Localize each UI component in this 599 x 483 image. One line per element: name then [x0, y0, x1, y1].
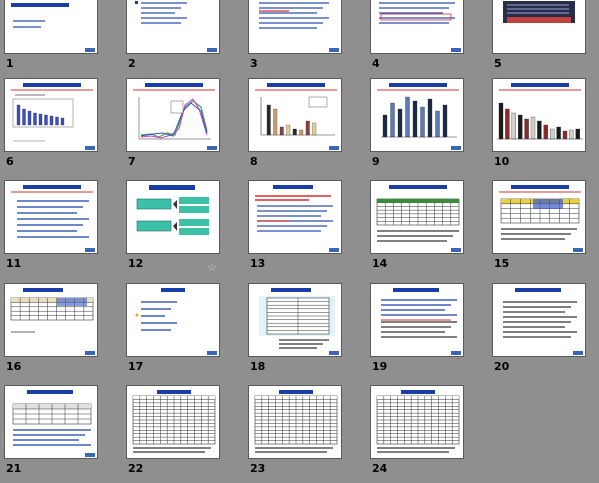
slide-number: 12 — [128, 257, 144, 270]
slide-number: 20 — [494, 360, 510, 373]
slide-thumbnail[interactable] — [492, 0, 586, 54]
slide-preview-graphic — [381, 288, 461, 355]
slide-thumbnail[interactable] — [126, 78, 220, 152]
slide-thumbnail[interactable] — [248, 385, 342, 459]
slide-thumbnail[interactable] — [370, 180, 464, 254]
slide-preview-graphic — [259, 288, 339, 355]
slide-number: 2 — [128, 57, 136, 70]
slide-thumbnail-item[interactable]: 9 — [366, 78, 466, 168]
slide-thumbnail-item[interactable]: 4 — [366, 0, 466, 70]
slide-thumbnail-item[interactable]: 14 — [366, 180, 466, 270]
slide-number: 8 — [250, 155, 258, 168]
slide-thumbnail-item[interactable]: 2 — [122, 0, 222, 70]
slide-number: 7 — [128, 155, 136, 168]
slide-preview-graphic — [499, 185, 583, 252]
slide-preview-graphic — [376, 185, 461, 252]
slide-thumbnail-item[interactable]: 15 — [488, 180, 588, 270]
slide-thumbnail[interactable] — [492, 180, 586, 254]
slide-thumbnail-item[interactable]: 16 — [0, 283, 100, 373]
slide-number: 10 — [494, 155, 510, 168]
slide-thumbnail[interactable] — [248, 180, 342, 254]
slide-thumbnail-item[interactable]: 6 — [0, 78, 100, 168]
slide-preview-graphic — [254, 390, 338, 453]
slide-preview-graphic — [10, 288, 95, 355]
slide-thumbnail[interactable] — [126, 385, 220, 459]
slide-preview-graphic — [136, 185, 209, 235]
slide-thumbnail-item[interactable]: 20 — [488, 283, 588, 373]
slide-preview-graphic — [12, 390, 95, 457]
slide-thumbnail-item[interactable]: 5 — [488, 0, 588, 70]
slide-preview-graphic — [132, 390, 216, 453]
slide-preview-graphic — [11, 185, 95, 252]
slide-preview-graphic — [379, 2, 461, 52]
slide-number: 1 — [6, 57, 14, 70]
slide-thumbnail[interactable] — [248, 0, 342, 54]
slide-preview-graphic — [503, 1, 575, 23]
slide-thumbnail[interactable] — [370, 0, 464, 54]
slide-thumbnail-item[interactable]: 24 — [366, 385, 466, 475]
slide-thumbnail[interactable] — [370, 283, 464, 357]
slide-number: 9 — [372, 155, 380, 168]
slide-thumbnail[interactable] — [126, 283, 220, 357]
slide-thumbnail-item[interactable]: 18 — [244, 283, 344, 373]
slide-thumbnail-item[interactable]: 22 — [122, 385, 222, 475]
slide-thumbnail[interactable] — [370, 385, 464, 459]
slide-thumbnail[interactable] — [4, 0, 98, 54]
slide-number: 11 — [6, 257, 22, 270]
slide-thumbnail-item[interactable]: 11 — [0, 180, 100, 270]
slide-number: 13 — [250, 257, 266, 270]
slide-preview-graphic — [135, 1, 217, 52]
slide-number: 17 — [128, 360, 144, 373]
slide-number: 22 — [128, 462, 144, 475]
transition-star-icon: ☆ — [207, 261, 217, 274]
slide-thumbnail[interactable] — [4, 385, 98, 459]
slide-number: 5 — [494, 57, 502, 70]
slide-thumbnail-item[interactable]: 10 — [488, 78, 588, 168]
slide-number: 23 — [250, 462, 266, 475]
slide-number: 15 — [494, 257, 510, 270]
slide-thumbnail-item[interactable]: 23 — [244, 385, 344, 475]
slide-thumbnail[interactable] — [248, 283, 342, 357]
slide-preview-graphic — [377, 83, 461, 150]
slide-number: 24 — [372, 462, 388, 475]
slide-preview-graphic — [376, 390, 460, 453]
slide-thumbnail[interactable] — [492, 283, 586, 357]
slide-preview-graphic — [255, 83, 339, 150]
slide-number: 3 — [250, 57, 258, 70]
slide-number: 14 — [372, 257, 388, 270]
slide-preview-graphic — [259, 2, 339, 52]
slide-thumbnail[interactable] — [4, 180, 98, 254]
slide-thumbnail[interactable] — [4, 283, 98, 357]
slide-number: 19 — [372, 360, 388, 373]
slide-thumbnail[interactable] — [492, 78, 586, 152]
slide-thumbnail-item[interactable]: 13 — [244, 180, 344, 270]
slide-preview-graphic — [503, 288, 583, 355]
slide-thumbnail-item[interactable]: 17 — [122, 283, 222, 373]
slide-thumbnail[interactable] — [126, 0, 220, 54]
slide-preview-graphic — [11, 83, 95, 150]
slide-thumbnail-item[interactable]: 19 — [366, 283, 466, 373]
slide-preview-graphic — [135, 288, 217, 355]
slide-preview-graphic — [11, 3, 95, 52]
slide-preview-graphic — [255, 185, 339, 252]
slide-number: 18 — [250, 360, 266, 373]
slide-thumbnail-item[interactable]: 3 — [244, 0, 344, 70]
slide-thumbnail-item[interactable]: 7 — [122, 78, 222, 168]
slide-thumbnail[interactable] — [370, 78, 464, 152]
slide-number: 6 — [6, 155, 14, 168]
slide-thumbnail-item[interactable]: 1 — [0, 0, 100, 70]
slide-thumbnail-item[interactable]: 8 — [244, 78, 344, 168]
slide-thumbnail-item[interactable]: 12 — [122, 180, 222, 270]
slide-sorter-grid: 1 2 3 4 5 6 7 8 9 10 11 12 13 14 15 16 17 18 19 20 21 22 23 24 — [0, 0, 599, 483]
slide-number: 16 — [6, 360, 22, 373]
slide-number: 21 — [6, 462, 22, 475]
slide-preview-graphic — [497, 83, 583, 140]
slide-thumbnail-item[interactable]: 21 — [0, 385, 100, 475]
slide-preview-graphic — [133, 83, 217, 150]
slide-number: 4 — [372, 57, 380, 70]
slide-thumbnail[interactable] — [126, 180, 220, 254]
slide-thumbnail[interactable] — [4, 78, 98, 152]
slide-thumbnail[interactable] — [248, 78, 342, 152]
